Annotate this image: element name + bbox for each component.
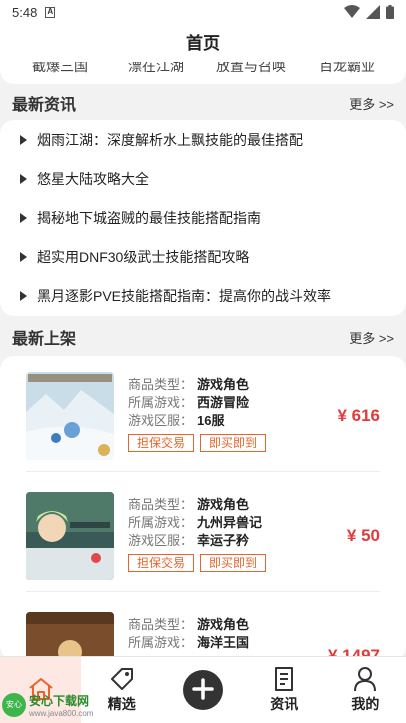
tab-news-label: 资讯 [270, 696, 299, 712]
label-server: 游戏区服： [128, 533, 194, 548]
news-item[interactable]: 悠星大陆攻略大全 [0, 159, 406, 198]
news-item-title: 烟雨江湖：深度解析水上飘技能的最佳搭配 [37, 131, 303, 148]
watermark: 安心 安心下载网 www.java800.com [2, 692, 93, 718]
watermark-url: www.java800.com [29, 709, 94, 718]
news-item[interactable]: 烟雨江湖：深度解析水上飘技能的最佳搭配 [0, 120, 406, 159]
category-item[interactable]: 放置与召唤 [216, 62, 286, 76]
label-game: 所属游戏： [128, 515, 194, 530]
bullet-triangle-icon [20, 290, 27, 301]
label-game: 所属游戏： [128, 635, 194, 650]
shelf-more-link[interactable]: 更多 >> [349, 328, 394, 347]
category-item[interactable]: 百龙霸业 [319, 62, 375, 76]
news-item[interactable]: 超实用DNF30级武士技能搭配攻略 [0, 237, 406, 276]
instant-delivery-tag: 即买即到 [200, 434, 267, 452]
status-bar: 5:48 A [0, 0, 406, 24]
divider [26, 591, 380, 592]
status-time: 5:48 [12, 4, 38, 20]
notification-icon: A [45, 6, 56, 18]
instant-delivery-tag: 即买即到 [200, 554, 267, 572]
product-card[interactable]: 商品类型： 游戏角色 所属游戏： 九州异兽记 游戏区服： 幸运子矜 担保交易 即买即到… [26, 492, 380, 584]
product-list: 商品类型： 游戏角色 所属游戏： 西游冒险 游戏区服： 16服 担保交易 即买即到 ¥… [0, 356, 406, 660]
document-icon [275, 667, 294, 691]
label-type: 商品类型： [128, 617, 194, 632]
product-price: ¥ 50 [346, 526, 380, 545]
product-card[interactable]: 商品类型： 游戏角色 所属游戏： 海洋王国 ¥ 1497 [26, 612, 380, 660]
guarantee-tag: 担保交易 [128, 434, 195, 452]
news-item-title: 黑月逐影PVE技能搭配指南：提高你的战斗效率 [37, 287, 332, 304]
watermark-text: 安心下载网 [29, 694, 90, 708]
category-item[interactable]: 漂在江湖 [128, 62, 184, 76]
news-item-title: 悠星大陆攻略大全 [37, 170, 149, 187]
news-section-title: 最新资讯 [12, 97, 77, 114]
product-thumbnail [26, 612, 114, 660]
product-game: 九州异兽记 [197, 515, 263, 530]
tab-select-label: 精选 [107, 696, 136, 712]
news-more-link[interactable]: 更多 >> [349, 94, 394, 113]
bullet-triangle-icon [20, 134, 27, 145]
tab-mine[interactable]: 我的 [325, 657, 406, 723]
product-thumbnail [26, 492, 114, 580]
product-type: 游戏角色 [197, 617, 250, 632]
news-section-header: 最新资讯 更多 >> [0, 84, 406, 122]
product-price: ¥ 616 [337, 406, 380, 425]
tag-icon [110, 668, 133, 690]
guarantee-tag: 担保交易 [128, 554, 195, 572]
category-strip: 截爆三国 漂在江湖 放置与召唤 百龙霸业 [0, 62, 406, 84]
bullet-triangle-icon [20, 251, 27, 262]
watermark-logo-icon: 安心 [2, 693, 26, 717]
user-icon [354, 667, 377, 692]
label-type: 商品类型： [128, 377, 194, 392]
battery-icon [386, 5, 394, 19]
news-item-title: 超实用DNF30级武士技能搭配攻略 [37, 248, 250, 265]
product-type: 游戏角色 [197, 497, 250, 512]
shelf-section-title: 最新上架 [12, 331, 77, 348]
news-item[interactable]: 揭秘地下城盗贼的最佳技能搭配指南 [0, 198, 406, 237]
tab-news[interactable]: 资讯 [244, 657, 325, 723]
add-icon [183, 670, 223, 710]
bullet-triangle-icon [20, 173, 27, 184]
label-type: 商品类型： [128, 497, 194, 512]
product-server: 幸运子矜 [197, 533, 250, 548]
news-item[interactable]: 黑月逐影PVE技能搭配指南：提高你的战斗效率 [0, 276, 406, 315]
shelf-section-header: 最新上架 更多 >> [0, 318, 406, 356]
product-game: 西游冒险 [197, 395, 250, 410]
product-type: 游戏角色 [197, 377, 250, 392]
tab-mine-label: 我的 [351, 696, 380, 712]
page-title: 首页 [0, 24, 406, 62]
label-server: 游戏区服： [128, 413, 194, 428]
tab-publish[interactable] [162, 657, 243, 723]
product-card[interactable]: 商品类型： 游戏角色 所属游戏： 西游冒险 游戏区服： 16服 担保交易 即买即到 ¥… [26, 372, 380, 464]
news-list: 烟雨江湖：深度解析水上飘技能的最佳搭配 悠星大陆攻略大全 揭秘地下城盗贼的最佳技… [0, 120, 406, 316]
wifi-icon [344, 5, 360, 18]
product-server: 16服 [197, 413, 225, 428]
label-game: 所属游戏： [128, 395, 194, 410]
product-game: 海洋王国 [197, 635, 250, 650]
divider [26, 471, 380, 472]
category-item[interactable]: 截爆三国 [32, 62, 88, 76]
news-item-title: 揭秘地下城盗贼的最佳技能搭配指南 [37, 209, 261, 226]
signal-icon [366, 5, 380, 19]
bullet-triangle-icon [20, 212, 27, 223]
product-thumbnail [26, 372, 114, 460]
